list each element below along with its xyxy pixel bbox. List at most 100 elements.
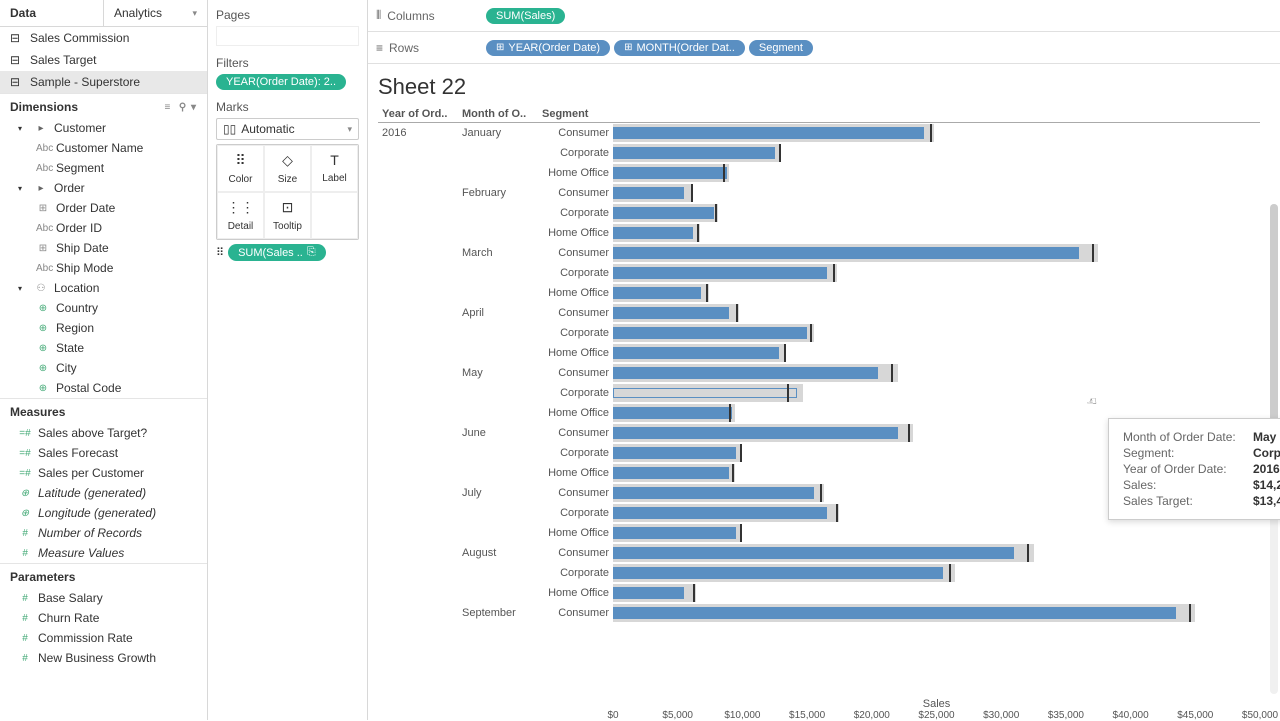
tab-analytics[interactable]: Analytics▾ (104, 0, 207, 26)
sales-bar[interactable] (613, 207, 714, 219)
bar-row[interactable]: Corporate (378, 383, 1260, 403)
chart-body[interactable]: 2016JanuaryConsumerCorporateHome OfficeF… (378, 123, 1260, 678)
chevron-down-icon: ▾ (347, 124, 352, 135)
bar-row[interactable]: Home Office (378, 163, 1260, 183)
sales-bar[interactable] (613, 307, 729, 319)
sales-bar[interactable] (613, 427, 898, 439)
sales-bar[interactable] (613, 247, 1079, 259)
bar-row[interactable]: AugustConsumer (378, 543, 1260, 563)
sales-bar[interactable] (613, 287, 701, 299)
field-item[interactable]: =#Sales Forecast (0, 443, 207, 463)
marks-color[interactable]: ⠿Color (217, 145, 264, 192)
datasource-item[interactable]: ⊟Sample - Superstore (0, 71, 207, 93)
field-item[interactable]: ⊕Latitude (generated) (0, 483, 207, 503)
sales-bar[interactable] (613, 447, 736, 459)
filters-card[interactable]: Filters YEAR(Order Date): 2.. (216, 56, 359, 90)
datasource-item[interactable]: ⊟Sales Commission (0, 27, 207, 49)
sales-bar[interactable] (613, 587, 684, 599)
field-item[interactable]: =#Sales above Target? (0, 423, 207, 443)
bar-row[interactable]: SeptemberConsumer (378, 603, 1260, 623)
field-item[interactable]: ⊕Longitude (generated) (0, 503, 207, 523)
sales-bar[interactable] (613, 567, 943, 579)
bar-row[interactable]: Corporate (378, 563, 1260, 583)
field-item[interactable]: ▾⚇Location (0, 278, 207, 298)
field-item[interactable]: #Commission Rate (0, 628, 207, 648)
sales-bar[interactable] (613, 167, 727, 179)
row-pill[interactable]: Segment (749, 40, 813, 56)
field-item[interactable]: =#Sales per Customer (0, 463, 207, 483)
field-item[interactable]: ▾▸Order (0, 178, 207, 198)
sales-bar[interactable] (613, 527, 736, 539)
marks-size[interactable]: ◇Size (264, 145, 311, 192)
bar-row[interactable]: Home Office (378, 583, 1260, 603)
bar-row[interactable]: Corporate (378, 263, 1260, 283)
marks-detail[interactable]: ⋮⋮Detail (217, 192, 264, 239)
row-pill[interactable]: ⊞YEAR(Order Date) (486, 40, 610, 56)
rows-shelf[interactable]: ≡Rows ⊞YEAR(Order Date)⊞MONTH(Order Dat.… (368, 32, 1280, 64)
field-item[interactable]: AbcOrder ID (0, 218, 207, 238)
sales-bar[interactable] (613, 487, 814, 499)
field-item[interactable]: ⊕Country (0, 298, 207, 318)
sales-bar[interactable] (613, 227, 693, 239)
sales-bar[interactable] (613, 388, 797, 398)
pages-card[interactable]: Pages (216, 8, 359, 46)
marks-label[interactable]: TLabel (311, 145, 358, 192)
bar-row[interactable]: Home Office (378, 343, 1260, 363)
field-type-icon: ⊞ (36, 203, 50, 214)
sales-bar[interactable] (613, 347, 779, 359)
field-item[interactable]: ⊞Order Date (0, 198, 207, 218)
field-item[interactable]: ⊕City (0, 358, 207, 378)
row-pill[interactable]: ⊞MONTH(Order Dat.. (614, 40, 745, 56)
sales-bar[interactable] (613, 467, 729, 479)
marks-type-select[interactable]: ▯▯ Automatic ▾ (216, 118, 359, 140)
field-item[interactable]: AbcShip Mode (0, 258, 207, 278)
field-item[interactable]: ⊕State (0, 338, 207, 358)
dimensions-tools[interactable]: ≡ ⚲ ▾ (164, 102, 197, 113)
field-item[interactable]: AbcCustomer Name (0, 138, 207, 158)
bar-row[interactable]: Home Office (378, 223, 1260, 243)
field-type-icon: Abc (36, 163, 50, 174)
marks-pill-sum-sales[interactable]: SUM(Sales .. ⎘ (228, 244, 326, 261)
bar-row[interactable]: Corporate (378, 203, 1260, 223)
sales-bar[interactable] (613, 507, 827, 519)
sales-bar[interactable] (613, 367, 878, 379)
field-type-icon: ⊕ (36, 383, 50, 394)
field-item[interactable]: #Measure Values (0, 543, 207, 563)
sales-bar[interactable] (613, 127, 924, 139)
bar-row[interactable]: 2016JanuaryConsumer (378, 123, 1260, 143)
tab-data[interactable]: Data (0, 0, 104, 26)
sheet-title[interactable]: Sheet 22 (378, 74, 1260, 100)
field-item[interactable]: #New Business Growth (0, 648, 207, 668)
columns-shelf[interactable]: ⦀Columns SUM(Sales) (368, 0, 1280, 32)
bar-row[interactable]: Home Office (378, 283, 1260, 303)
field-item[interactable]: ⊞Ship Date (0, 238, 207, 258)
field-item[interactable]: #Base Salary (0, 588, 207, 608)
axis-tick-label: $10,000 (724, 710, 760, 721)
sales-bar[interactable] (613, 267, 827, 279)
sales-bar[interactable] (613, 327, 807, 339)
field-item[interactable]: #Number of Records (0, 523, 207, 543)
marks-tooltip[interactable]: ⊡Tooltip (264, 192, 311, 239)
bar-row[interactable]: MayConsumer (378, 363, 1260, 383)
sales-bar[interactable] (613, 547, 1014, 559)
sales-bar[interactable] (613, 147, 775, 159)
target-mark (706, 284, 708, 302)
bar-row[interactable]: FebruaryConsumer (378, 183, 1260, 203)
sales-bar[interactable] (613, 607, 1176, 619)
field-item[interactable]: AbcSegment (0, 158, 207, 178)
sales-bar[interactable] (613, 187, 684, 199)
bar-row[interactable]: MarchConsumer (378, 243, 1260, 263)
bar-row[interactable]: Corporate (378, 323, 1260, 343)
field-item[interactable]: #Churn Rate (0, 608, 207, 628)
datasource-item[interactable]: ⊟Sales Target (0, 49, 207, 71)
sales-bar[interactable] (613, 407, 732, 419)
bar-row[interactable]: Corporate (378, 143, 1260, 163)
field-item[interactable]: ▾▸Customer (0, 118, 207, 138)
column-pill[interactable]: SUM(Sales) (486, 8, 565, 24)
bar-row[interactable]: AprilConsumer (378, 303, 1260, 323)
filter-pill-year[interactable]: YEAR(Order Date): 2.. (216, 74, 346, 90)
field-item[interactable]: ⊕Region (0, 318, 207, 338)
bar-row[interactable]: Home Office (378, 523, 1260, 543)
field-item[interactable]: ⊕Postal Code (0, 378, 207, 398)
x-axis[interactable]: Sales $0$5,000$10,000$15,000$20,000$25,0… (613, 680, 1260, 720)
